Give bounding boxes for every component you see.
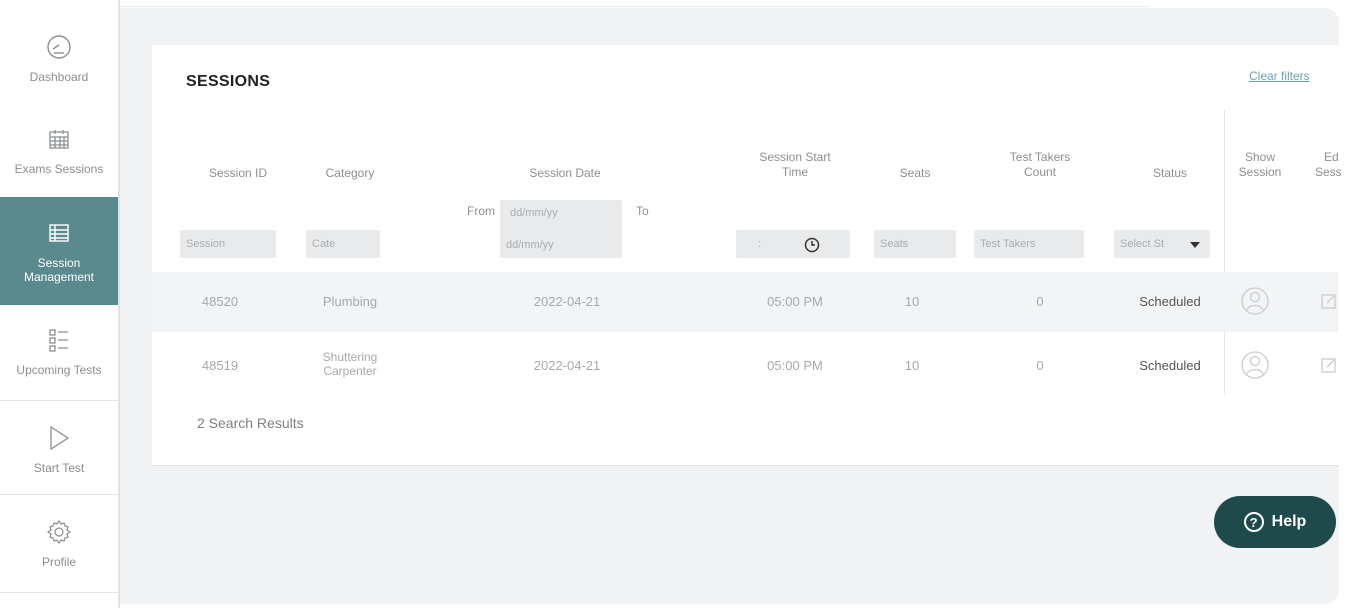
cell-category: Shuttering Carpenter	[310, 350, 390, 378]
header-line: Count	[1023, 165, 1057, 179]
time-filter-value: :	[758, 238, 762, 250]
date-to-label: To	[636, 204, 649, 218]
divider	[120, 6, 1150, 7]
help-label: Help	[1271, 513, 1307, 530]
cell-time: 05:00 PM	[767, 358, 823, 373]
sidebar-item-label: Start Test	[33, 461, 85, 475]
sidebar-item-dashboard[interactable]: Dashboard	[0, 18, 118, 98]
clear-filters-link[interactable]: Clear filters	[1249, 69, 1310, 83]
header-line: Show	[1244, 150, 1276, 164]
cell-session-id: 48520	[201, 294, 239, 309]
gauge-icon	[44, 32, 74, 62]
sidebar-item-profile[interactable]: Profile	[0, 498, 118, 588]
search-results-count: 2 Search Results	[197, 415, 304, 431]
page-title: SESSIONS	[186, 73, 271, 90]
header-line: Ed	[1324, 150, 1339, 164]
table-row[interactable]: 48520 Plumbing 2022-04-21 05:00 PM 10 0 …	[152, 272, 1339, 332]
header-line: Session Start	[759, 150, 831, 164]
sidebar-item-label: Upcoming Tests	[16, 363, 102, 377]
category-line: Shuttering	[322, 350, 378, 364]
date-from-input[interactable]: dd/mm/yy	[506, 204, 622, 222]
header-session-start-time: Session Start Time	[740, 150, 850, 180]
status-filter-value: Select St	[1120, 238, 1165, 250]
cell-session-id: 48519	[201, 358, 239, 373]
header-line: Test Takers	[1009, 150, 1071, 164]
edit-icon[interactable]	[1320, 292, 1338, 315]
category-line: Plumbing	[322, 294, 378, 309]
user-icon[interactable]	[1240, 286, 1270, 321]
checklist-icon	[44, 325, 74, 355]
caret-down-icon	[1190, 242, 1200, 248]
header-test-takers-count: Test Takers Count	[990, 150, 1090, 180]
sidebar-item-label: Profile	[41, 555, 76, 569]
date-range-filter[interactable]: dd/mm/yy dd/mm/yy	[500, 200, 622, 258]
header-line: Session	[1238, 165, 1282, 179]
cell-time: 05:00 PM	[767, 294, 823, 309]
user-icon[interactable]	[1240, 350, 1270, 385]
date-to-input[interactable]: dd/mm/yy	[506, 236, 622, 254]
header-show-session: Show Session	[1232, 150, 1288, 180]
divider	[0, 592, 118, 593]
cell-status: Scheduled	[1139, 294, 1201, 309]
sidebar: Dashboard Exams Sessions Session Managem…	[0, 0, 120, 608]
question-circle-icon: ?	[1243, 512, 1264, 532]
sidebar-item-session-management[interactable]: Session Management	[0, 197, 118, 305]
status-filter-select[interactable]: Select St	[1114, 230, 1210, 258]
calendar-icon	[44, 124, 74, 154]
help-button[interactable]: ? Help	[1214, 496, 1336, 548]
gear-icon	[44, 517, 74, 547]
sidebar-item-start-test[interactable]: Start Test	[0, 405, 118, 493]
category-filter-input[interactable]: Cate	[306, 230, 380, 258]
time-filter-input[interactable]: :	[736, 230, 850, 258]
cell-date: 2022-04-21	[533, 358, 601, 373]
sidebar-item-upcoming-tests[interactable]: Upcoming Tests	[0, 305, 118, 397]
cell-seats: 10	[904, 294, 920, 309]
session-id-filter-input[interactable]: Session	[180, 230, 276, 258]
date-from-label: From	[467, 204, 495, 218]
cell-test-takers: 0	[1036, 294, 1044, 309]
category-line: Carpenter	[323, 364, 377, 378]
cell-status: Scheduled	[1139, 358, 1201, 373]
header-line: Time	[781, 165, 809, 179]
header-session-date: Session Date	[529, 166, 601, 180]
table-row[interactable]: 48519 Shuttering Carpenter 2022-04-21 05…	[152, 336, 1339, 396]
sidebar-item-label: Dashboard	[29, 70, 89, 84]
header-session-id: Session ID	[208, 166, 268, 180]
table-list-icon	[44, 218, 74, 248]
cell-category: Plumbing	[310, 294, 390, 310]
test-takers-filter-input[interactable]: Test Takers	[974, 230, 1084, 258]
sidebar-item-label: Session Management	[23, 256, 95, 284]
header-line: Sess	[1315, 165, 1342, 179]
sidebar-item-label: Exams Sessions	[14, 162, 104, 176]
play-icon	[44, 423, 74, 453]
seats-filter-input[interactable]: Seats	[874, 230, 956, 258]
header-edit-session: Ed Sess	[1310, 150, 1347, 180]
header-seats: Seats	[899, 166, 931, 180]
divider	[0, 400, 118, 401]
header-category: Category	[325, 166, 375, 180]
cell-date: 2022-04-21	[533, 294, 601, 309]
divider	[0, 494, 118, 495]
cell-seats: 10	[904, 358, 920, 373]
sidebar-item-exams-sessions[interactable]: Exams Sessions	[0, 110, 118, 190]
header-status: Status	[1152, 166, 1188, 180]
cell-test-takers: 0	[1036, 358, 1044, 373]
edit-icon[interactable]	[1320, 356, 1338, 379]
clock-icon[interactable]	[804, 236, 820, 258]
